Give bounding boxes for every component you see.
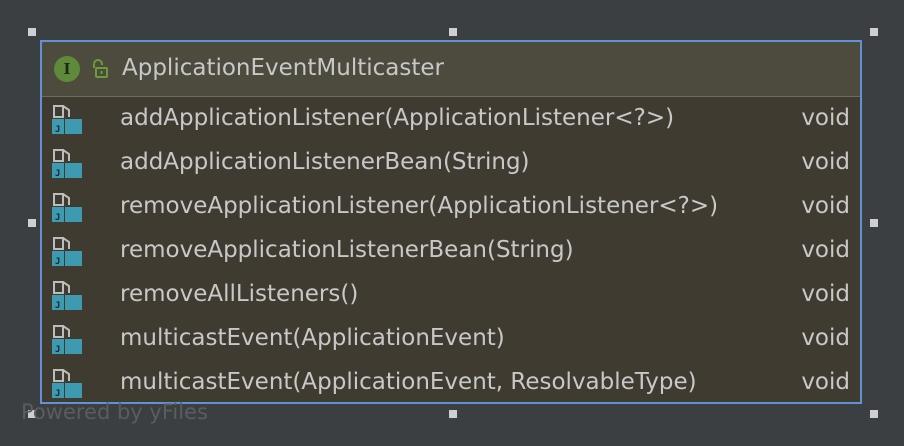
method-signature: removeAllListeners() bbox=[120, 281, 359, 307]
method-row[interactable]: J removeApplicationListener(ApplicationL… bbox=[42, 185, 860, 229]
interface-node[interactable]: I ApplicationEventMulticaster J addAppli… bbox=[40, 40, 862, 404]
svg-text:J: J bbox=[55, 169, 60, 179]
svg-text:J: J bbox=[55, 213, 60, 223]
method-return-type: void bbox=[801, 369, 850, 395]
resize-handle-top-right[interactable] bbox=[870, 28, 878, 36]
abstract-method-icon: J bbox=[52, 149, 82, 179]
node-header[interactable]: I ApplicationEventMulticaster bbox=[42, 42, 860, 97]
resize-handle-bottom-right[interactable] bbox=[870, 410, 878, 418]
method-return-type: void bbox=[801, 325, 850, 351]
node-title: ApplicationEventMulticaster bbox=[122, 55, 444, 81]
method-return-type: void bbox=[801, 281, 850, 307]
diagram-canvas[interactable]: I ApplicationEventMulticaster J addAppli… bbox=[0, 0, 904, 446]
abstract-method-icon: J bbox=[52, 369, 82, 399]
method-return-type: void bbox=[801, 105, 850, 131]
yfiles-watermark: Powered by yFiles bbox=[21, 400, 208, 424]
resize-handle-bottom-center[interactable] bbox=[449, 410, 457, 418]
resize-handle-top-center[interactable] bbox=[449, 28, 457, 36]
method-row[interactable]: J addApplicationListener(ApplicationList… bbox=[42, 97, 860, 141]
abstract-method-icon: J bbox=[52, 325, 82, 355]
method-signature: addApplicationListenerBean(String) bbox=[120, 149, 530, 175]
public-lock-icon bbox=[93, 59, 108, 78]
abstract-method-icon: J bbox=[52, 281, 82, 311]
resize-handle-middle-left[interactable] bbox=[28, 219, 36, 227]
interface-icon: I bbox=[54, 56, 80, 82]
method-row[interactable]: J addApplicationListenerBean(String) voi… bbox=[42, 141, 860, 185]
svg-text:J: J bbox=[55, 389, 60, 399]
method-row[interactable]: J multicastEvent(ApplicationEvent) void bbox=[42, 317, 860, 361]
method-signature: addApplicationListener(ApplicationListen… bbox=[120, 105, 675, 131]
method-return-type: void bbox=[801, 237, 850, 263]
svg-text:J: J bbox=[55, 257, 60, 267]
method-signature: multicastEvent(ApplicationEvent) bbox=[120, 325, 505, 351]
method-row[interactable]: J removeAllListeners() void bbox=[42, 273, 860, 317]
method-list: J addApplicationListener(ApplicationList… bbox=[42, 97, 860, 402]
resize-handle-top-left[interactable] bbox=[28, 28, 36, 36]
method-signature: multicastEvent(ApplicationEvent, Resolva… bbox=[120, 369, 697, 395]
resize-handle-middle-right[interactable] bbox=[870, 219, 878, 227]
abstract-method-icon: J bbox=[52, 237, 82, 267]
method-signature: removeApplicationListenerBean(String) bbox=[120, 237, 574, 263]
method-row[interactable]: J removeApplicationListenerBean(String) … bbox=[42, 229, 860, 273]
method-return-type: void bbox=[801, 149, 850, 175]
method-return-type: void bbox=[801, 193, 850, 219]
svg-text:J: J bbox=[55, 345, 60, 355]
method-signature: removeApplicationListener(ApplicationLis… bbox=[120, 193, 719, 219]
svg-text:J: J bbox=[55, 301, 60, 311]
abstract-method-icon: J bbox=[52, 193, 82, 223]
abstract-method-icon: J bbox=[52, 105, 82, 135]
method-row[interactable]: J multicastEvent(ApplicationEvent, Resol… bbox=[42, 361, 860, 402]
svg-text:J: J bbox=[55, 125, 60, 135]
